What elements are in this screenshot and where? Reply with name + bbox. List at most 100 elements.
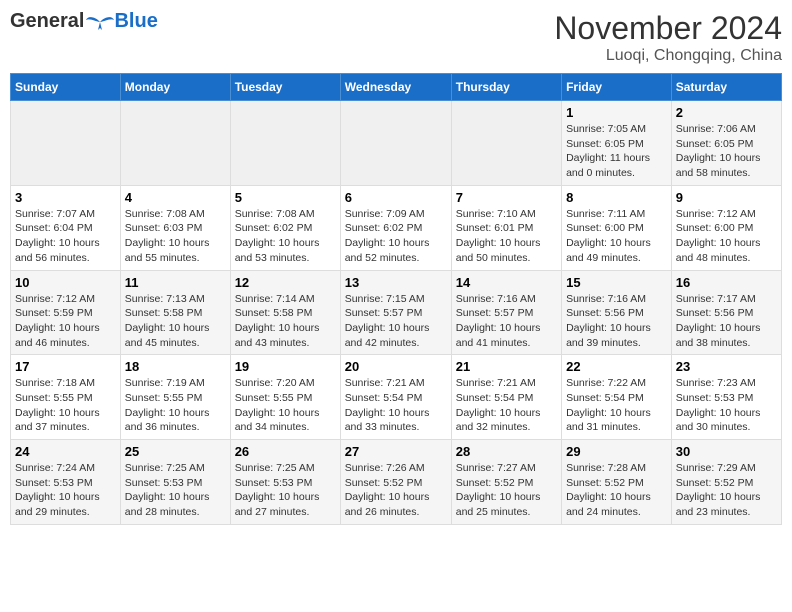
location-text: Luoqi, Chongqing, China bbox=[554, 47, 782, 65]
day-info: Sunrise: 7:10 AM Sunset: 6:01 PM Dayligh… bbox=[456, 207, 557, 266]
day-number: 28 bbox=[456, 444, 557, 459]
page-header: General Blue November 2024 Luoqi, Chongq… bbox=[10, 10, 782, 65]
calendar-cell bbox=[11, 101, 121, 186]
day-info: Sunrise: 7:23 AM Sunset: 5:53 PM Dayligh… bbox=[676, 376, 777, 435]
day-info: Sunrise: 7:24 AM Sunset: 5:53 PM Dayligh… bbox=[15, 461, 116, 520]
weekday-header-row: SundayMondayTuesdayWednesdayThursdayFrid… bbox=[11, 74, 782, 101]
day-info: Sunrise: 7:11 AM Sunset: 6:00 PM Dayligh… bbox=[566, 207, 667, 266]
calendar-week-row: 17 Sunrise: 7:18 AM Sunset: 5:55 PM Dayli… bbox=[11, 355, 782, 440]
day-info: Sunrise: 7:06 AM Sunset: 6:05 PM Dayligh… bbox=[676, 122, 777, 181]
calendar-cell: 17 Sunrise: 7:18 AM Sunset: 5:55 PM Dayli… bbox=[11, 355, 121, 440]
day-info: Sunrise: 7:08 AM Sunset: 6:03 PM Dayligh… bbox=[125, 207, 226, 266]
day-info: Sunrise: 7:20 AM Sunset: 5:55 PM Dayligh… bbox=[235, 376, 336, 435]
calendar-cell: 16Sunrise: 7:17 AM Sunset: 5:56 PM Dayli… bbox=[671, 270, 781, 355]
calendar-table: SundayMondayTuesdayWednesdayThursdayFrid… bbox=[10, 73, 782, 525]
calendar-cell: 1 Sunrise: 7:05 AM Sunset: 6:05 PM Daylig… bbox=[562, 101, 672, 186]
weekday-header-tuesday: Tuesday bbox=[230, 74, 340, 101]
logo-general-text: General bbox=[10, 10, 84, 33]
weekday-header-monday: Monday bbox=[120, 74, 230, 101]
day-info: Sunrise: 7:12 AM Sunset: 6:00 PM Dayligh… bbox=[676, 207, 777, 266]
calendar-cell bbox=[120, 101, 230, 186]
day-info: Sunrise: 7:25 AM Sunset: 5:53 PM Dayligh… bbox=[125, 461, 226, 520]
logo-bird-icon bbox=[86, 12, 114, 32]
day-number: 14 bbox=[456, 275, 557, 290]
day-number: 6 bbox=[345, 190, 447, 205]
calendar-week-row: 10Sunrise: 7:12 AM Sunset: 5:59 PM Dayli… bbox=[11, 270, 782, 355]
calendar-cell bbox=[451, 101, 561, 186]
day-info: Sunrise: 7:15 AM Sunset: 5:57 PM Dayligh… bbox=[345, 292, 447, 351]
calendar-cell: 21 Sunrise: 7:21 AM Sunset: 5:54 PM Dayli… bbox=[451, 355, 561, 440]
day-info: Sunrise: 7:16 AM Sunset: 5:57 PM Dayligh… bbox=[456, 292, 557, 351]
calendar-cell: 8Sunrise: 7:11 AM Sunset: 6:00 PM Daylig… bbox=[562, 185, 672, 270]
day-number: 30 bbox=[676, 444, 777, 459]
calendar-cell: 7Sunrise: 7:10 AM Sunset: 6:01 PM Daylig… bbox=[451, 185, 561, 270]
day-info: Sunrise: 7:12 AM Sunset: 5:59 PM Dayligh… bbox=[15, 292, 116, 351]
calendar-cell: 22Sunrise: 7:22 AM Sunset: 5:54 PM Dayli… bbox=[562, 355, 672, 440]
logo: General Blue bbox=[10, 10, 158, 33]
calendar-cell: 4 Sunrise: 7:08 AM Sunset: 6:03 PM Daylig… bbox=[120, 185, 230, 270]
calendar-cell: 6 Sunrise: 7:09 AM Sunset: 6:02 PM Daylig… bbox=[340, 185, 451, 270]
calendar-cell: 2 Sunrise: 7:06 AM Sunset: 6:05 PM Daylig… bbox=[671, 101, 781, 186]
calendar-cell: 14 Sunrise: 7:16 AM Sunset: 5:57 PM Dayli… bbox=[451, 270, 561, 355]
day-number: 27 bbox=[345, 444, 447, 459]
day-number: 9 bbox=[676, 190, 777, 205]
month-title: November 2024 bbox=[554, 10, 782, 47]
day-number: 17 bbox=[15, 359, 116, 374]
calendar-cell: 25 Sunrise: 7:25 AM Sunset: 5:53 PM Dayli… bbox=[120, 440, 230, 525]
calendar-cell: 23Sunrise: 7:23 AM Sunset: 5:53 PM Dayli… bbox=[671, 355, 781, 440]
day-number: 11 bbox=[125, 275, 226, 290]
day-info: Sunrise: 7:05 AM Sunset: 6:05 PM Dayligh… bbox=[566, 122, 667, 181]
calendar-week-row: 24 Sunrise: 7:24 AM Sunset: 5:53 PM Dayli… bbox=[11, 440, 782, 525]
calendar-cell: 27 Sunrise: 7:26 AM Sunset: 5:52 PM Dayli… bbox=[340, 440, 451, 525]
day-number: 12 bbox=[235, 275, 336, 290]
calendar-cell: 28 Sunrise: 7:27 AM Sunset: 5:52 PM Dayli… bbox=[451, 440, 561, 525]
calendar-cell: 12 Sunrise: 7:14 AM Sunset: 5:58 PM Dayli… bbox=[230, 270, 340, 355]
day-info: Sunrise: 7:14 AM Sunset: 5:58 PM Dayligh… bbox=[235, 292, 336, 351]
weekday-header-thursday: Thursday bbox=[451, 74, 561, 101]
day-number: 25 bbox=[125, 444, 226, 459]
day-number: 1 bbox=[566, 105, 667, 120]
calendar-cell: 20 Sunrise: 7:21 AM Sunset: 5:54 PM Dayli… bbox=[340, 355, 451, 440]
day-info: Sunrise: 7:26 AM Sunset: 5:52 PM Dayligh… bbox=[345, 461, 447, 520]
calendar-cell: 24 Sunrise: 7:24 AM Sunset: 5:53 PM Dayli… bbox=[11, 440, 121, 525]
day-number: 4 bbox=[125, 190, 226, 205]
day-info: Sunrise: 7:18 AM Sunset: 5:55 PM Dayligh… bbox=[15, 376, 116, 435]
day-info: Sunrise: 7:07 AM Sunset: 6:04 PM Dayligh… bbox=[15, 207, 116, 266]
day-info: Sunrise: 7:08 AM Sunset: 6:02 PM Dayligh… bbox=[235, 207, 336, 266]
calendar-cell: 30 Sunrise: 7:29 AM Sunset: 5:52 PM Dayli… bbox=[671, 440, 781, 525]
day-number: 21 bbox=[456, 359, 557, 374]
calendar-week-row: 3 Sunrise: 7:07 AM Sunset: 6:04 PM Daylig… bbox=[11, 185, 782, 270]
day-info: Sunrise: 7:21 AM Sunset: 5:54 PM Dayligh… bbox=[345, 376, 447, 435]
day-info: Sunrise: 7:09 AM Sunset: 6:02 PM Dayligh… bbox=[345, 207, 447, 266]
calendar-cell: 26Sunrise: 7:25 AM Sunset: 5:53 PM Dayli… bbox=[230, 440, 340, 525]
day-number: 24 bbox=[15, 444, 116, 459]
day-info: Sunrise: 7:29 AM Sunset: 5:52 PM Dayligh… bbox=[676, 461, 777, 520]
calendar-cell bbox=[230, 101, 340, 186]
calendar-cell bbox=[340, 101, 451, 186]
day-number: 20 bbox=[345, 359, 447, 374]
calendar-week-row: 1 Sunrise: 7:05 AM Sunset: 6:05 PM Daylig… bbox=[11, 101, 782, 186]
day-number: 22 bbox=[566, 359, 667, 374]
calendar-cell: 3 Sunrise: 7:07 AM Sunset: 6:04 PM Daylig… bbox=[11, 185, 121, 270]
day-number: 15 bbox=[566, 275, 667, 290]
weekday-header-sunday: Sunday bbox=[11, 74, 121, 101]
day-number: 18 bbox=[125, 359, 226, 374]
calendar-cell: 29 Sunrise: 7:28 AM Sunset: 5:52 PM Dayli… bbox=[562, 440, 672, 525]
day-info: Sunrise: 7:16 AM Sunset: 5:56 PM Dayligh… bbox=[566, 292, 667, 351]
day-number: 29 bbox=[566, 444, 667, 459]
weekday-header-wednesday: Wednesday bbox=[340, 74, 451, 101]
day-info: Sunrise: 7:21 AM Sunset: 5:54 PM Dayligh… bbox=[456, 376, 557, 435]
day-number: 5 bbox=[235, 190, 336, 205]
weekday-header-friday: Friday bbox=[562, 74, 672, 101]
calendar-cell: 19 Sunrise: 7:20 AM Sunset: 5:55 PM Dayli… bbox=[230, 355, 340, 440]
day-number: 19 bbox=[235, 359, 336, 374]
day-number: 13 bbox=[345, 275, 447, 290]
calendar-cell: 18Sunrise: 7:19 AM Sunset: 5:55 PM Dayli… bbox=[120, 355, 230, 440]
day-number: 3 bbox=[15, 190, 116, 205]
day-number: 2 bbox=[676, 105, 777, 120]
calendar-cell: 9 Sunrise: 7:12 AM Sunset: 6:00 PM Daylig… bbox=[671, 185, 781, 270]
day-info: Sunrise: 7:27 AM Sunset: 5:52 PM Dayligh… bbox=[456, 461, 557, 520]
day-number: 16 bbox=[676, 275, 777, 290]
day-info: Sunrise: 7:28 AM Sunset: 5:52 PM Dayligh… bbox=[566, 461, 667, 520]
day-info: Sunrise: 7:25 AM Sunset: 5:53 PM Dayligh… bbox=[235, 461, 336, 520]
